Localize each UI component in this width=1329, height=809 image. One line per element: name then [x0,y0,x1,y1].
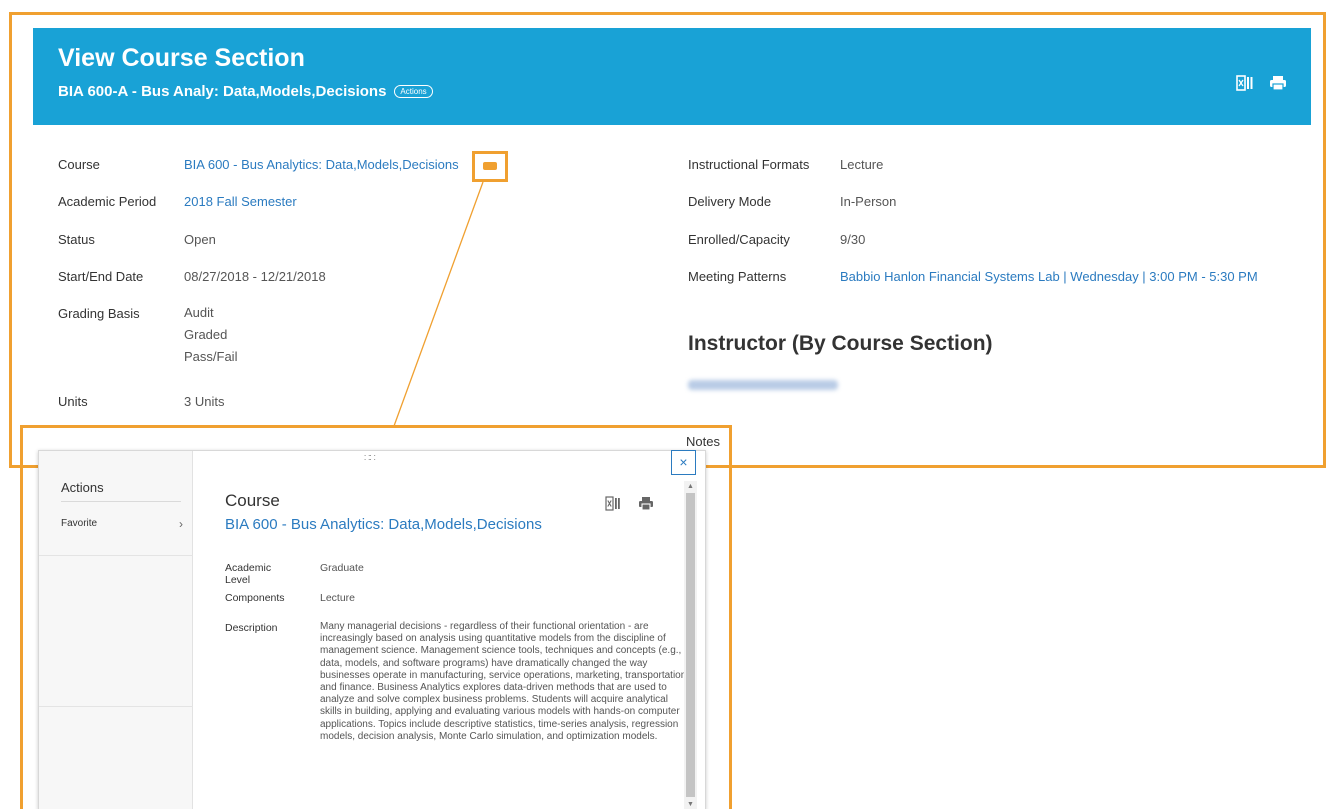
related-actions-popup: Actions Favorite › ∷∷ Course BIA 600 - B… [38,450,706,809]
close-popup-button[interactable]: × [671,450,696,475]
popup-course-link[interactable]: BIA 600 - Bus Analytics: Data,Models,Dec… [225,516,542,533]
field-label: Description [225,622,278,634]
chevron-right-icon: › [179,517,183,531]
popup-scrollbar[interactable]: ▲ ▼ [684,481,697,809]
course-description: Many managerial decisions - regardless o… [320,621,690,742]
field-value: Graduate [320,562,364,574]
scroll-up-arrow-icon[interactable]: ▲ [684,481,697,493]
export-to-excel-icon[interactable] [605,496,621,512]
field-value: Lecture [320,592,356,604]
divider [39,555,193,556]
field-label: Components [225,592,285,604]
divider [39,706,193,707]
sidebar-item-label: Favorite [61,518,98,529]
scroll-down-arrow-icon[interactable]: ▼ [684,799,697,809]
print-icon[interactable] [638,496,654,512]
scroll-thumb[interactable] [686,493,695,797]
field-label: Academic Level [225,562,272,586]
popup-actions-sidebar: Actions Favorite › [39,451,193,809]
sidebar-title: Actions [61,480,104,495]
drag-handle-icon[interactable]: ∷∷ [364,453,376,464]
divider [61,501,181,502]
sidebar-item-favorite[interactable]: Favorite › [61,517,183,531]
popup-title: Course [225,491,280,510]
